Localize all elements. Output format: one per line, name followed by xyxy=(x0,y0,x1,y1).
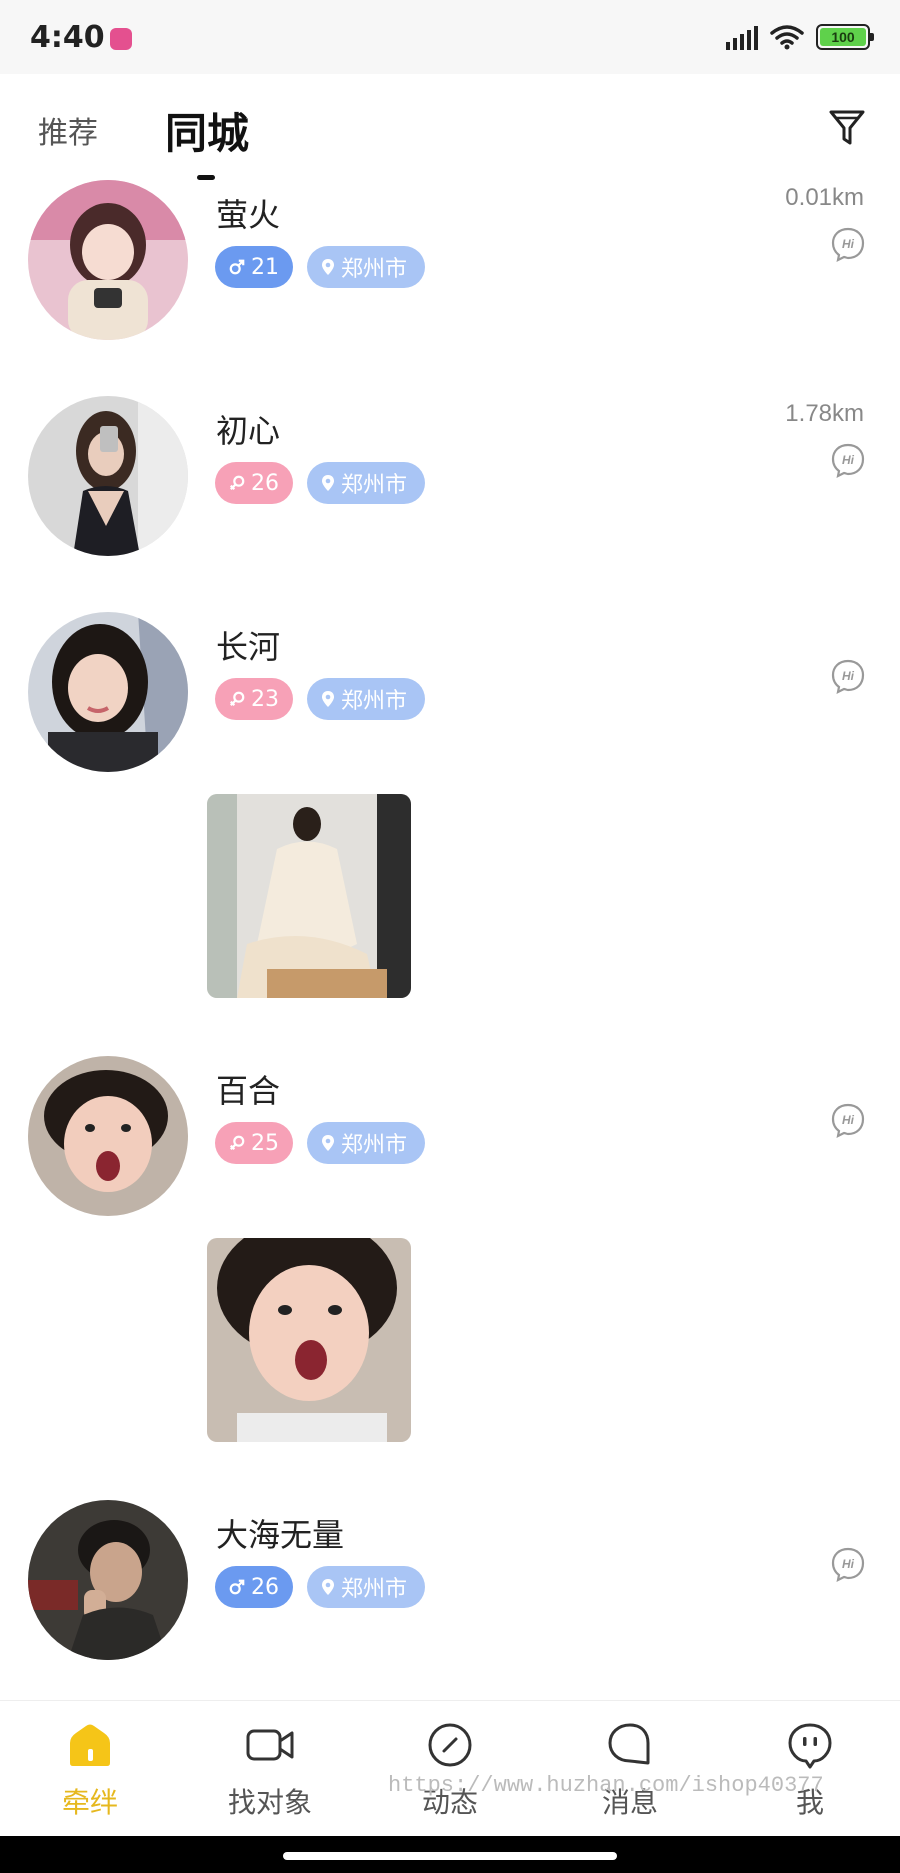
say-hi-icon[interactable]: Hi xyxy=(830,226,866,262)
svg-text:Hi: Hi xyxy=(842,1113,855,1127)
wifi-icon xyxy=(770,25,804,50)
location-pin-icon xyxy=(322,475,334,491)
user-name: 萤火 xyxy=(216,196,281,234)
chat-bubble-icon xyxy=(608,1723,650,1765)
location-pin-icon xyxy=(322,1135,334,1151)
say-hi-icon[interactable]: Hi xyxy=(830,658,866,694)
user-card[interactable]: 大海无量 26 郑州市 Hi xyxy=(0,1494,900,1694)
female-icon xyxy=(229,691,245,707)
user-name: 长河 xyxy=(216,628,281,666)
say-hi-icon[interactable]: Hi xyxy=(830,1102,866,1138)
distance-label: 1.78km xyxy=(785,400,864,427)
avatar[interactable] xyxy=(28,1056,188,1216)
app-notification-icon xyxy=(110,28,132,50)
watermark-text: https://www.huzhan.com/ishop40377 xyxy=(388,1773,824,1798)
gender-age-tag: 25 xyxy=(215,1122,293,1164)
filter-icon[interactable] xyxy=(828,108,866,148)
user-card[interactable]: 长河 23 郑州市 Hi xyxy=(0,606,900,1026)
age-value: 23 xyxy=(251,686,279,712)
nav-item-me[interactable]: 我 xyxy=(750,1721,870,1821)
status-indicators: 100 xyxy=(726,24,874,50)
user-card[interactable]: 百合 25 郑州市 Hi xyxy=(0,1050,900,1470)
svg-text:Hi: Hi xyxy=(842,1557,855,1571)
age-value: 26 xyxy=(251,1574,279,1600)
header: 推荐 同城 xyxy=(0,74,900,180)
age-value: 26 xyxy=(251,470,279,496)
female-icon xyxy=(229,475,245,491)
city-name: 郑州市 xyxy=(341,689,408,714)
male-icon xyxy=(229,1579,245,1595)
gender-age-tag: 26 xyxy=(215,462,293,504)
user-card[interactable]: 萤火 21 郑州市 0.01km Hi xyxy=(0,174,900,364)
avatar[interactable] xyxy=(28,612,188,772)
user-card[interactable]: 初心 26 郑州市 1.78km Hi xyxy=(0,390,900,580)
bottom-nav: 牵绊 找对象 动态 消息 我 xyxy=(0,1700,900,1836)
home-icon xyxy=(70,1724,110,1766)
distance-label: 0.01km xyxy=(785,184,864,211)
gender-age-tag: 26 xyxy=(215,1566,293,1608)
svg-text:Hi: Hi xyxy=(842,453,855,467)
svg-text:Hi: Hi xyxy=(842,669,855,683)
post-photo[interactable] xyxy=(207,1238,411,1442)
avatar[interactable] xyxy=(28,396,188,556)
city-tag: 郑州市 xyxy=(307,1566,425,1608)
city-name: 郑州市 xyxy=(341,1133,408,1158)
battery-icon: 100 xyxy=(816,24,874,50)
age-value: 25 xyxy=(251,1130,279,1156)
city-tag: 郑州市 xyxy=(307,678,425,720)
location-pin-icon xyxy=(322,259,334,275)
user-name: 大海无量 xyxy=(216,1516,345,1554)
avatar[interactable] xyxy=(28,180,188,340)
nav-item-find-match[interactable]: 找对象 xyxy=(210,1721,330,1821)
location-pin-icon xyxy=(322,1579,334,1595)
status-bar: 4:40 100 xyxy=(0,0,900,74)
location-pin-icon xyxy=(322,691,334,707)
battery-level: 100 xyxy=(820,28,866,46)
nav-item-home[interactable]: 牵绊 xyxy=(30,1721,150,1821)
city-name: 郑州市 xyxy=(341,1577,408,1602)
signal-icon xyxy=(726,24,758,50)
nav-label: 找对象 xyxy=(227,1786,312,1819)
profile-face-icon xyxy=(788,1723,832,1769)
city-tag: 郑州市 xyxy=(307,246,425,288)
gender-age-tag: 21 xyxy=(215,246,293,288)
system-home-bar xyxy=(0,1836,900,1873)
say-hi-icon[interactable]: Hi xyxy=(830,1546,866,1582)
female-icon xyxy=(229,1135,245,1151)
say-hi-icon[interactable]: Hi xyxy=(830,442,866,478)
city-tag: 郑州市 xyxy=(307,1122,425,1164)
male-icon xyxy=(229,259,245,275)
svg-text:Hi: Hi xyxy=(842,237,855,251)
tab-recommend[interactable]: 推荐 xyxy=(38,108,98,152)
city-name: 郑州市 xyxy=(341,473,408,498)
city-tag: 郑州市 xyxy=(307,462,425,504)
user-name: 初心 xyxy=(216,412,281,450)
nav-item-moments[interactable]: 动态 xyxy=(390,1721,510,1821)
home-indicator[interactable] xyxy=(283,1852,617,1860)
video-icon xyxy=(246,1729,294,1761)
nav-label: 牵绊 xyxy=(61,1786,118,1819)
gender-age-tag: 23 xyxy=(215,678,293,720)
user-name: 百合 xyxy=(216,1072,281,1110)
age-value: 21 xyxy=(251,254,279,280)
city-name: 郑州市 xyxy=(341,257,408,282)
compass-icon xyxy=(428,1723,472,1767)
nav-item-messages[interactable]: 消息 xyxy=(570,1721,690,1821)
post-photo[interactable] xyxy=(207,794,411,998)
avatar[interactable] xyxy=(28,1500,188,1660)
status-time: 4:40 xyxy=(30,20,105,55)
tab-local[interactable]: 同城 xyxy=(165,100,249,161)
